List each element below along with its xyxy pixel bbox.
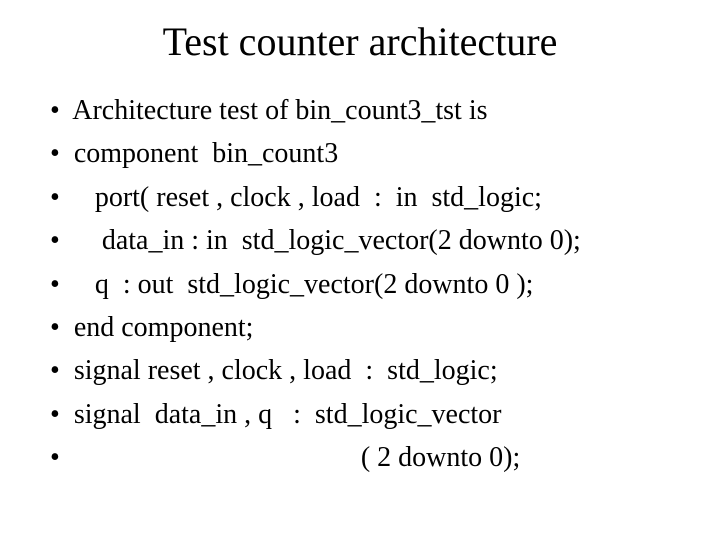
slide-title: Test counter architecture	[30, 18, 690, 65]
list-item: data_in : in std_logic_vector(2 downto 0…	[50, 219, 690, 262]
list-item: component bin_count3	[50, 132, 690, 175]
list-item: end component;	[50, 306, 690, 349]
list-item: signal data_in , q : std_logic_vector	[50, 393, 690, 436]
list-item: ( 2 downto 0);	[50, 436, 690, 479]
list-item: signal reset , clock , load : std_logic;	[50, 349, 690, 392]
list-item: port( reset , clock , load : in std_logi…	[50, 176, 690, 219]
slide: Test counter architecture Architecture t…	[0, 0, 720, 540]
list-item: Architecture test of bin_count3_tst is	[50, 89, 690, 132]
bullet-list: Architecture test of bin_count3_tst is c…	[30, 89, 690, 480]
list-item: q : out std_logic_vector(2 downto 0 );	[50, 263, 690, 306]
